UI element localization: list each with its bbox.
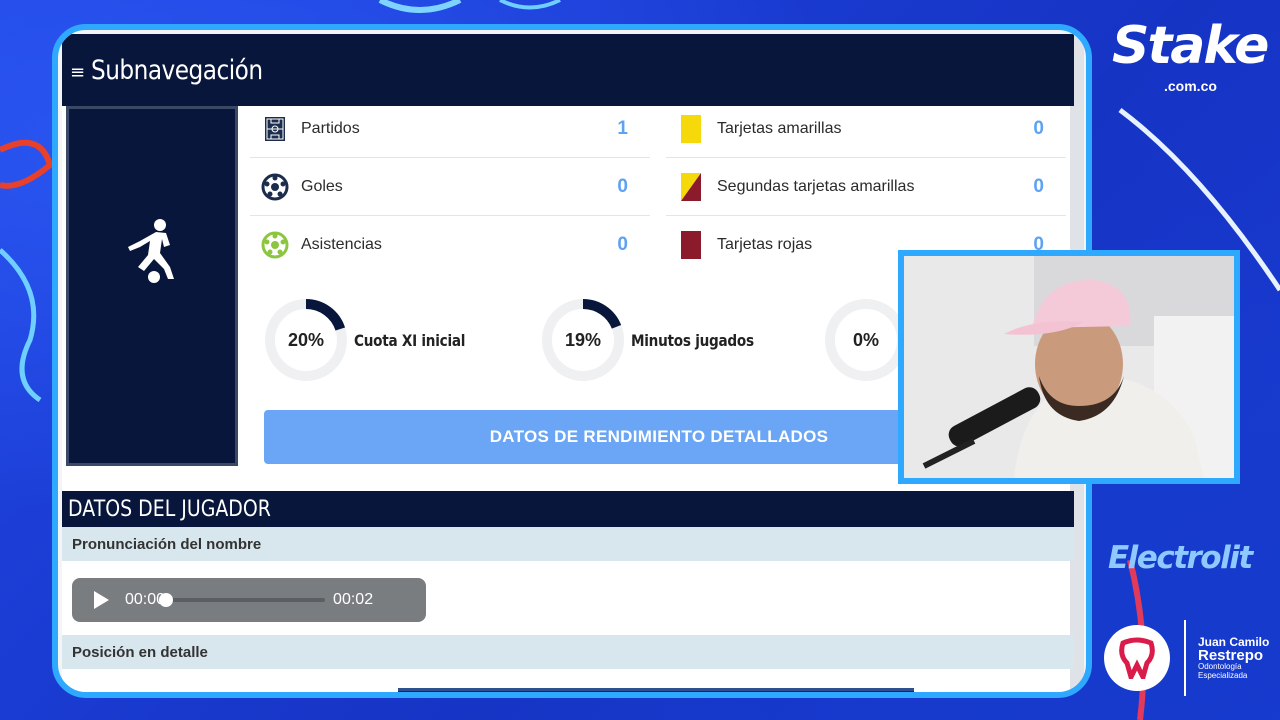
stat-label: Partidos [301, 119, 360, 137]
red-card-icon [677, 231, 705, 259]
minutes-played-donut: 19% Minutos jugados [539, 296, 776, 384]
donut-percent: 0% [852, 329, 879, 350]
stat-row-yellow-cards: Tarjetas amarillas 0 [666, 100, 1066, 158]
subnavigation-title[interactable]: Subnavegación [91, 55, 263, 86]
assist-ball-icon [261, 231, 289, 259]
webcam-overlay [898, 250, 1240, 484]
stat-row-assists: Asistencias 0 [250, 216, 650, 274]
position-detail-header: Posición en detalle [62, 635, 1074, 669]
player-data-header: DATOS DEL JUGADOR [62, 491, 1074, 527]
stat-label: Tarjetas amarillas [717, 119, 842, 137]
dentist-last-name: Restrepo [1198, 647, 1264, 664]
electrolit-logo: Electrolit [1108, 540, 1253, 576]
stat-value: 0 [617, 234, 628, 255]
stat-value: 0 [1033, 117, 1044, 139]
position-pitch-preview [398, 688, 914, 692]
stat-value: 1 [617, 117, 628, 139]
yellow-card-icon [677, 114, 705, 143]
stat-row-goals: Goles 0 [250, 158, 650, 216]
streamer-camera-image [904, 256, 1234, 478]
sponsor-divider [1184, 620, 1186, 696]
stat-row-second-yellow: Segundas tarjetas amarillas 0 [666, 158, 1066, 216]
starting-xi-donut: 20% Cuota XI inicial [262, 296, 485, 384]
second-yellow-card-icon [677, 172, 705, 201]
tooth-logo-icon [1104, 625, 1170, 691]
donut-ring: 20% [262, 296, 350, 384]
donut-label: Minutos jugados [631, 330, 754, 350]
audio-seek-thumb[interactable] [159, 593, 174, 607]
ball-icon [261, 173, 289, 201]
stat-label: Asistencias [301, 236, 382, 253]
stake-logo: Stake .com.co [1112, 16, 1269, 94]
stat-label: Goles [301, 177, 343, 195]
donut-percent: 19% [564, 329, 602, 350]
pitch-icon [261, 115, 289, 143]
stat-row-matches: Partidos 1 [250, 100, 650, 158]
donut-ring: 0% [822, 296, 910, 384]
donut-ring: 19% [539, 296, 627, 384]
hamburger-menu-icon[interactable]: ≡ [70, 62, 85, 83]
donut-percent: 20% [287, 329, 325, 350]
dentist-sponsor: Juan Camilo Restrepo Odontología Especia… [1104, 620, 1269, 696]
footballer-silhouette-icon [128, 219, 174, 283]
player-image-card [66, 106, 238, 466]
dentist-text: Juan Camilo Restrepo Odontología Especia… [1198, 636, 1269, 681]
play-icon[interactable] [94, 591, 109, 609]
subnavigation-bar[interactable]: ≡ Subnavegación [62, 34, 1074, 106]
donut-label: Cuota XI inicial [354, 330, 466, 350]
stat-label: Segundas tarjetas amarillas [717, 177, 915, 195]
audio-duration: 00:02 [333, 591, 374, 608]
stat-value: 0 [1033, 175, 1044, 197]
audio-seek-bar[interactable] [159, 593, 326, 607]
audio-player: 00:00 00:02 [72, 578, 426, 622]
pronunciation-header: Pronunciación del nombre [62, 527, 1074, 561]
dentist-specialty-2: Especializada [1198, 671, 1248, 680]
player-data-title: DATOS DEL JUGADOR [68, 496, 271, 522]
stat-value: 0 [617, 175, 628, 197]
stake-domain: .com.co [1164, 78, 1217, 94]
stake-wordmark: Stake [1112, 16, 1269, 76]
